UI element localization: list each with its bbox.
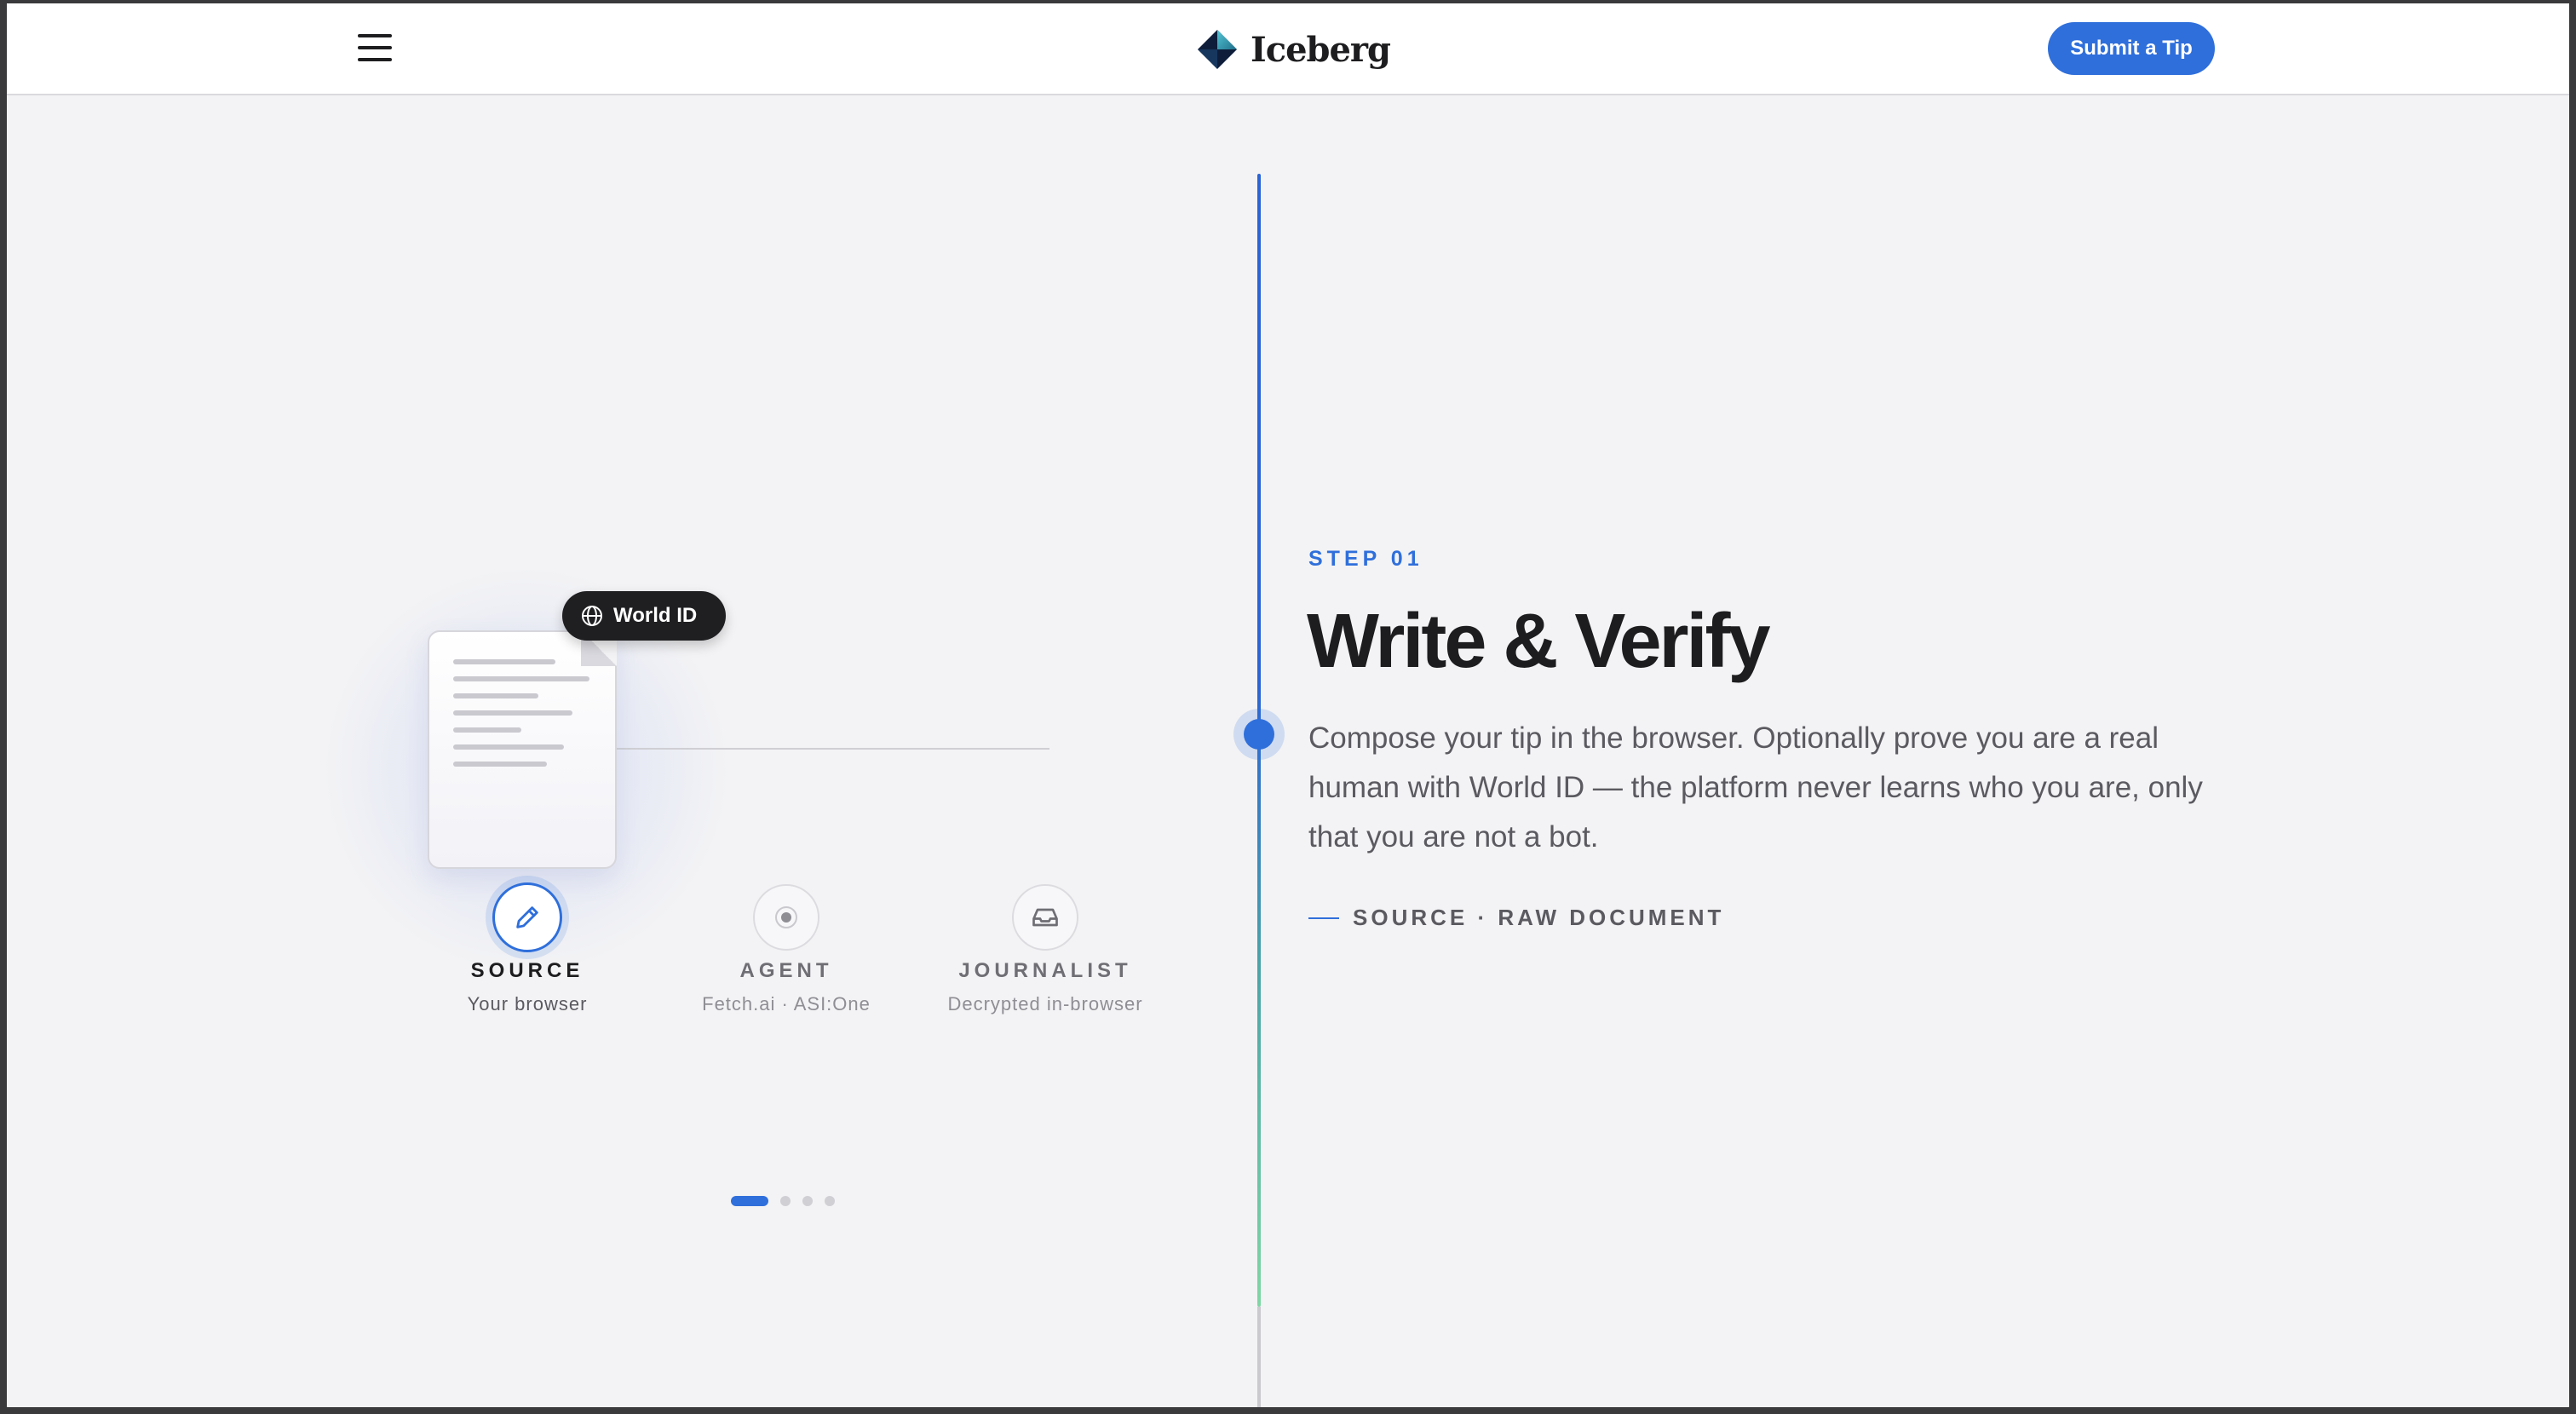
document-card bbox=[428, 630, 617, 869]
step-number: STEP 01 bbox=[1308, 547, 1423, 571]
pager-dot-active[interactable] bbox=[731, 1196, 768, 1206]
brand-name: Iceberg bbox=[1251, 29, 1391, 70]
pencil-icon bbox=[516, 906, 538, 928]
document-text-line bbox=[453, 762, 547, 767]
globe-icon bbox=[582, 606, 602, 626]
journalist-node-label: JOURNALIST bbox=[958, 959, 1132, 982]
step-title: Write & Verify bbox=[1307, 599, 1771, 684]
hamburger-menu-icon[interactable] bbox=[356, 32, 394, 63]
timeline-marker bbox=[1244, 719, 1274, 750]
journalist-node-sub: Decrypted in-browser bbox=[947, 993, 1143, 1015]
inbox-icon bbox=[1032, 908, 1058, 927]
radar-icon bbox=[775, 906, 797, 928]
submit-tip-button[interactable]: Submit a Tip bbox=[2048, 22, 2215, 75]
flow-connector-line bbox=[617, 748, 1049, 750]
document-text-line bbox=[453, 710, 572, 716]
step-tag: SOURCE · RAW DOCUMENT bbox=[1308, 905, 1724, 931]
agent-node-sub: Fetch.ai · ASI:One bbox=[702, 993, 871, 1015]
pager-dot[interactable] bbox=[802, 1196, 813, 1206]
step-tag-text: SOURCE · RAW DOCUMENT bbox=[1353, 905, 1725, 930]
world-id-badge: World ID bbox=[562, 591, 726, 641]
timeline-track bbox=[1257, 1307, 1261, 1407]
document-text-line bbox=[453, 659, 555, 664]
pager-dot[interactable] bbox=[780, 1196, 791, 1206]
document-text-line bbox=[453, 676, 589, 681]
top-header: Iceberg Submit a Tip bbox=[7, 3, 2569, 95]
brand-logo[interactable]: Iceberg bbox=[1196, 26, 1391, 73]
document-text-line bbox=[453, 727, 521, 733]
source-node-label: SOURCE bbox=[470, 959, 584, 982]
step-tag-dash bbox=[1308, 917, 1339, 919]
step-pager bbox=[731, 1196, 835, 1206]
app-window: Iceberg Submit a Tip World ID SOURCE You… bbox=[7, 3, 2569, 1407]
source-node-sub: Your browser bbox=[467, 993, 588, 1015]
pager-dot[interactable] bbox=[825, 1196, 835, 1206]
step-description: Compose your tip in the browser. Optiona… bbox=[1308, 721, 2203, 854]
source-node[interactable] bbox=[492, 882, 562, 952]
journalist-node[interactable] bbox=[1012, 884, 1078, 951]
agent-node-label: AGENT bbox=[739, 959, 833, 982]
iceberg-logo-icon bbox=[1198, 30, 1237, 69]
document-text-line bbox=[453, 693, 538, 698]
document-text-line bbox=[453, 744, 564, 750]
world-id-badge-label: World ID bbox=[613, 604, 698, 627]
agent-node[interactable] bbox=[753, 884, 819, 951]
